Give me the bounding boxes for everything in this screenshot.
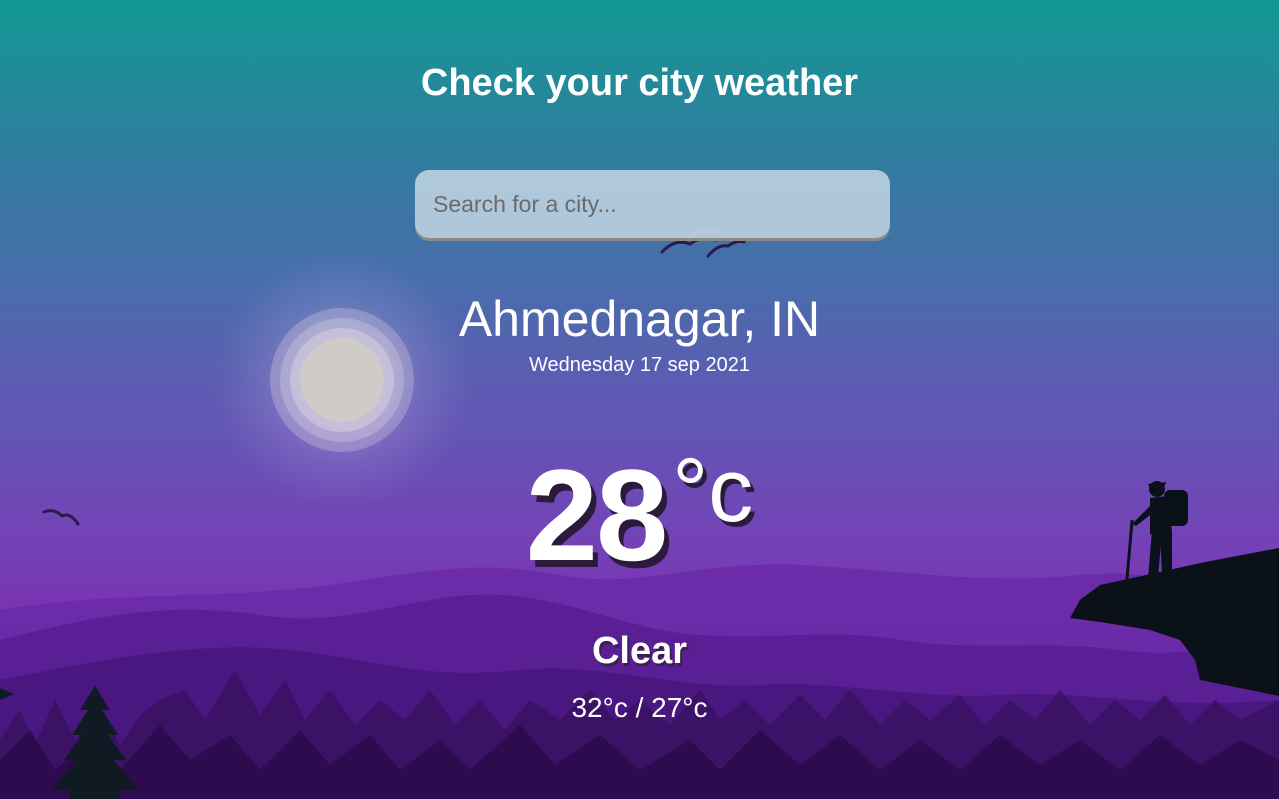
background-landscape [0,229,1279,799]
weather-condition: Clear [591,630,688,672]
date-label: Wednesday 17 sep 2021 [529,354,750,376]
city-name: Ahmednagar, IN [458,291,821,347]
page-title: Check your city weather [420,62,859,104]
temperature-unit: °c [672,441,754,541]
weather-app: Check your city weather Ahmednagar, IN W… [0,0,1279,799]
high-low-temperature: 32°c / 27°c [571,692,708,723]
temperature-value: 28 [525,442,669,588]
temperature-display: 28°c [0,440,1279,590]
city-search-input[interactable] [415,170,890,238]
